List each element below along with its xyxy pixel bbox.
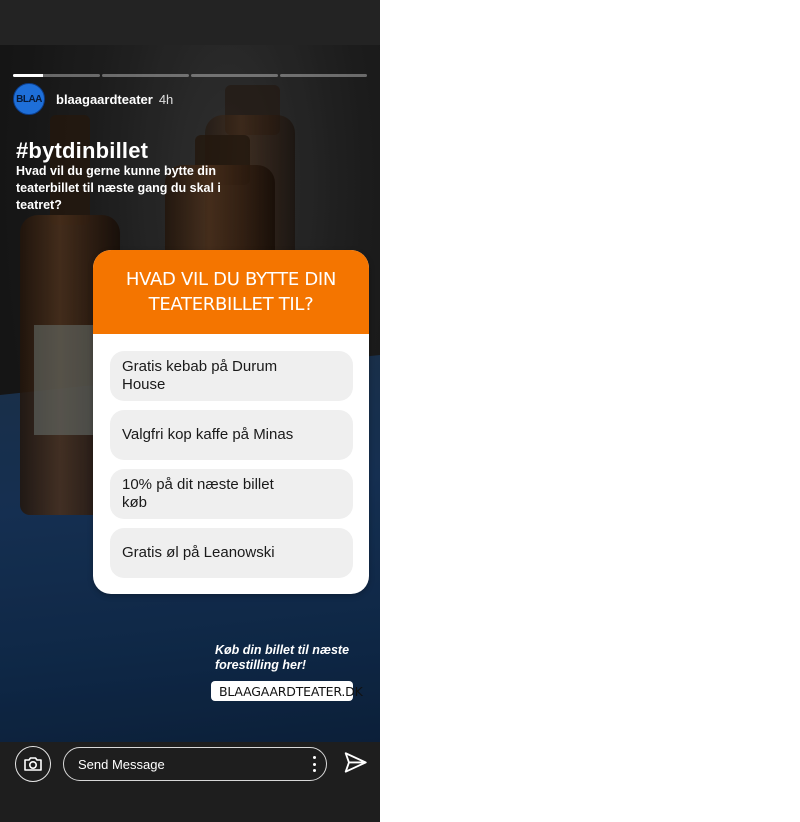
message-placeholder: Send Message bbox=[78, 756, 165, 772]
quiz-option[interactable]: Valgfri kop kaffe på Minas bbox=[110, 410, 353, 460]
quiz-sticker: HVAD VIL DU BYTTE DIN TEATERBILLET TIL? … bbox=[93, 250, 369, 594]
story-header: BLAA blaagaardteater 4h bbox=[13, 83, 174, 115]
more-options-icon[interactable] bbox=[312, 756, 316, 772]
camera-icon bbox=[24, 757, 42, 771]
send-icon[interactable] bbox=[343, 750, 369, 776]
quiz-option[interactable]: 10% på dit næste billet køb bbox=[110, 469, 353, 519]
quiz-option[interactable]: Gratis øl på Leanowski bbox=[110, 528, 353, 578]
avatar[interactable]: BLAA bbox=[13, 83, 45, 115]
hashtag-text: #bytdinbillet bbox=[16, 138, 149, 163]
progress-segment bbox=[102, 74, 189, 77]
quiz-option[interactable]: Gratis kebab på Durum House bbox=[110, 351, 353, 401]
username[interactable]: blaagaardteater bbox=[56, 92, 153, 107]
status-bar bbox=[0, 0, 380, 45]
camera-button[interactable] bbox=[15, 746, 51, 782]
progress-segment bbox=[191, 74, 278, 77]
story-caption: Hvad vil du gerne kunne bytte din teater… bbox=[16, 164, 221, 212]
story-progress-bar bbox=[13, 74, 367, 77]
link-label: BLAAGAARDTEATER.DK bbox=[219, 683, 363, 699]
quiz-title: HVAD VIL DU BYTTE DIN TEATERBILLET TIL? bbox=[93, 250, 369, 334]
progress-segment bbox=[13, 74, 100, 77]
link-sticker[interactable]: BLAAGAARDTEATER.DK bbox=[211, 681, 363, 701]
reply-bar: Send Message bbox=[0, 742, 380, 822]
post-time: 4h bbox=[158, 91, 174, 107]
instagram-story-viewer: BLAA blaagaardteater 4h #bytdinbillet Hv… bbox=[0, 0, 380, 822]
cta-text: Køb din billet til næste forestilling he… bbox=[215, 643, 350, 672]
progress-segment bbox=[280, 74, 367, 77]
message-input[interactable]: Send Message bbox=[63, 747, 327, 781]
